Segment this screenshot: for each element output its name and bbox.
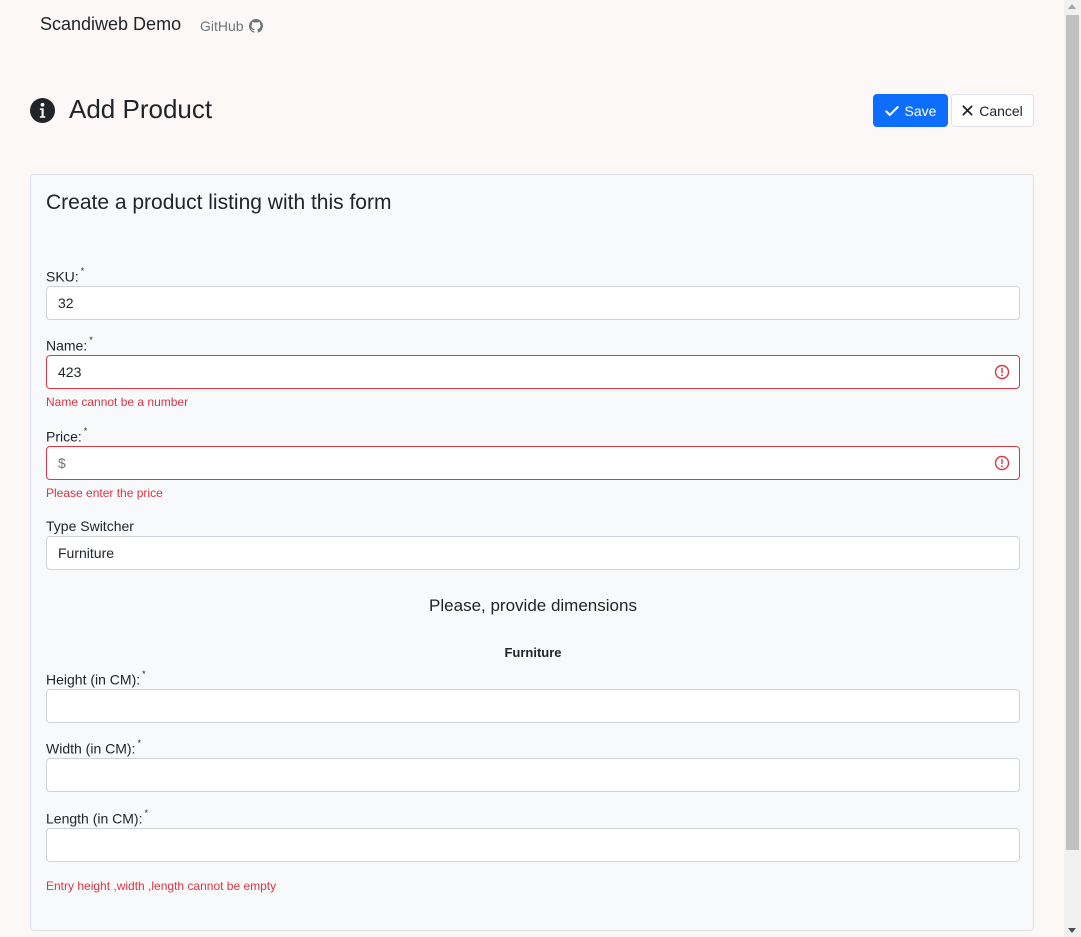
github-icon [248, 19, 263, 33]
page: Scandiweb Demo GitHub Add Product Save C… [0, 0, 1064, 937]
navbar-brand[interactable]: Scandiweb Demo [40, 14, 181, 35]
scroll-down-arrow-icon[interactable] [1068, 928, 1076, 933]
scrollbar-thumb[interactable] [1066, 15, 1079, 850]
name-error: Name cannot be a number [46, 395, 189, 409]
dimensions-subtitle: Furniture [504, 645, 562, 660]
height-input[interactable] [46, 689, 1020, 723]
page-title: Add Product [69, 94, 213, 124]
info-circle-icon [30, 98, 55, 123]
scroll-up-arrow-icon[interactable] [1068, 4, 1076, 9]
close-icon [962, 105, 973, 116]
length-label: Length (in CM): * [46, 808, 148, 827]
width-input[interactable] [46, 758, 1020, 792]
invalid-warning-icon [994, 455, 1010, 471]
save-button[interactable]: Save [873, 94, 948, 127]
form-title: Create a product listing with this form [46, 191, 392, 214]
width-label: Width (in CM): * [46, 738, 141, 757]
vertical-scrollbar[interactable] [1064, 0, 1081, 937]
cancel-button-label: Cancel [979, 102, 1023, 119]
check-icon [884, 105, 899, 116]
price-label: Price: * [46, 426, 88, 445]
product-form-card: Create a product listing with this form … [30, 174, 1034, 931]
height-label: Height (in CM): * [46, 669, 146, 688]
name-label: Name: * [46, 335, 93, 354]
invalid-warning-icon [994, 364, 1010, 380]
cancel-button[interactable]: Cancel [951, 94, 1034, 127]
github-link[interactable]: GitHub [200, 18, 263, 34]
sku-label: SKU: * [46, 266, 85, 285]
dimensions-error: Entry height ,width ,length cannot be em… [46, 879, 277, 893]
name-input[interactable]: 423 [46, 355, 1020, 389]
type-switcher-select[interactable]: Furniture [46, 536, 1020, 570]
sku-input[interactable]: 32 [46, 286, 1020, 320]
save-button-label: Save [904, 102, 937, 119]
price-error: Please enter the price [46, 486, 163, 500]
type-switcher-label: Type Switcher [46, 518, 134, 534]
github-link-label: GitHub [200, 18, 244, 34]
price-input[interactable]: $ [46, 446, 1020, 480]
length-input[interactable] [46, 828, 1020, 862]
dimensions-title: Please, provide dimensions [429, 596, 637, 615]
